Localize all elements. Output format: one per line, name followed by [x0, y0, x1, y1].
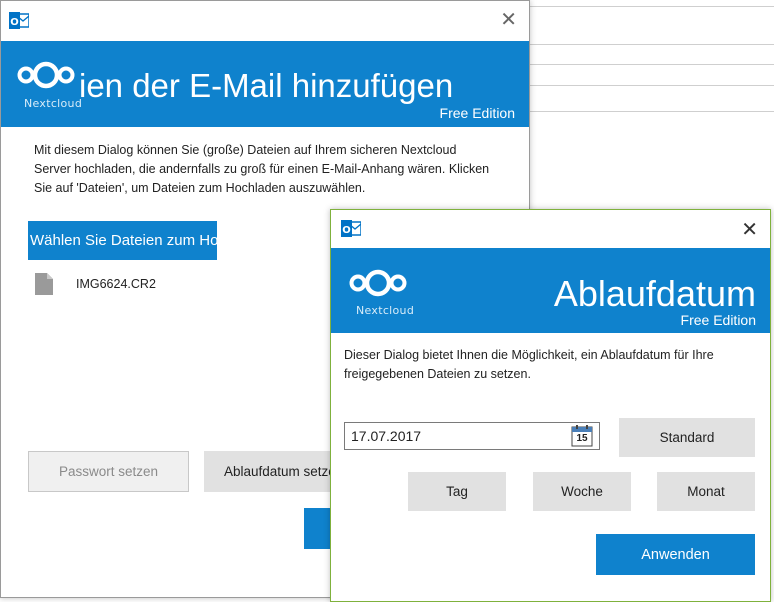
month-label: Monat — [687, 484, 725, 499]
expiry-banner: Nextcloud Ablaufdatum Free Edition — [331, 248, 770, 333]
week-button[interactable]: Woche — [533, 472, 631, 511]
month-button[interactable]: Monat — [657, 472, 755, 511]
title-bar: O ✕ — [1, 1, 529, 39]
outlook-icon: O — [341, 220, 361, 237]
svg-text:O: O — [10, 17, 19, 28]
set-password-label: Passwort setzen — [58, 464, 159, 479]
date-picker[interactable]: 17.07.2017 15 — [344, 422, 600, 450]
expiry-date-dialog: O ✕ Nextcloud Ablaufdatum Free Edition D… — [330, 209, 771, 602]
set-expiry-button[interactable]: Ablaufdatum setzen — [204, 451, 344, 492]
calendar-icon[interactable]: 15 — [571, 425, 593, 447]
select-files-button[interactable]: Wählen Sie Dateien zum Ho — [28, 221, 217, 260]
week-label: Woche — [561, 484, 603, 499]
close-icon[interactable]: ✕ — [741, 219, 758, 239]
expiry-title-bar: O ✕ — [331, 210, 770, 248]
outlook-icon: O — [9, 12, 29, 29]
nextcloud-logo-text: Nextcloud — [24, 97, 83, 110]
day-button[interactable]: Tag — [408, 472, 506, 511]
banner: Nextcloud ien der E-Mail hinzufügen Free… — [1, 41, 529, 127]
edition-label: Free Edition — [680, 312, 756, 328]
close-icon[interactable]: ✕ — [500, 9, 517, 29]
standard-label: Standard — [659, 430, 715, 445]
file-item[interactable]: IMG6624.CR2 — [35, 273, 235, 297]
nextcloud-logo-icon — [17, 61, 75, 89]
standard-button[interactable]: Standard — [619, 418, 755, 457]
file-name: IMG6624.CR2 — [76, 277, 156, 291]
set-expiry-label: Ablaufdatum setzen — [224, 464, 344, 479]
calendar-day: 15 — [576, 433, 588, 444]
apply-label: Anwenden — [641, 546, 710, 563]
apply-button[interactable]: Anwenden — [596, 534, 755, 575]
date-input[interactable]: 17.07.2017 — [351, 428, 421, 444]
outlook-reading-pane — [528, 0, 774, 210]
nextcloud-logo-text: Nextcloud — [356, 304, 415, 317]
edition-label: Free Edition — [439, 105, 515, 121]
select-files-label: Wählen Sie Dateien zum Ho — [30, 232, 217, 249]
svg-text:O: O — [342, 225, 351, 236]
expiry-banner-title: Ablaufdatum — [553, 273, 756, 314]
day-label: Tag — [446, 484, 468, 499]
file-icon — [35, 273, 53, 295]
dialog-description: Mit diesem Dialog können Sie (große) Dat… — [34, 143, 490, 195]
banner-title: ien der E-Mail hinzufügen — [79, 67, 454, 104]
nextcloud-logo-icon — [349, 269, 407, 297]
set-password-button[interactable]: Passwort setzen — [28, 451, 189, 492]
expiry-description: Dieser Dialog bietet Ihnen die Möglichke… — [344, 348, 714, 381]
